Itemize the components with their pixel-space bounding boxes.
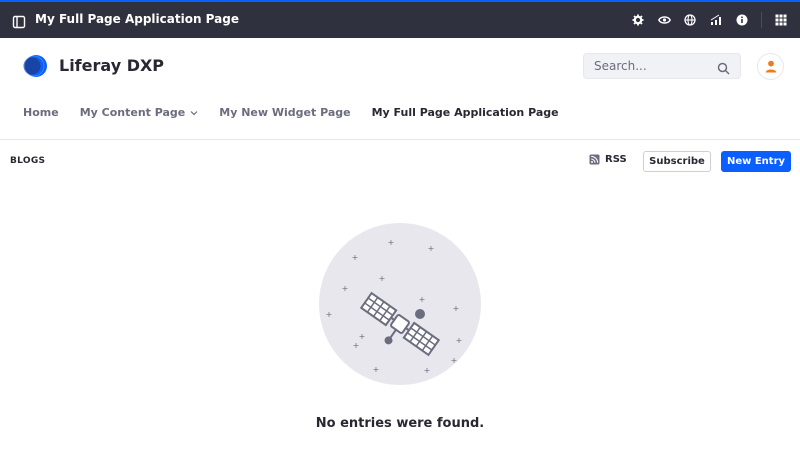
nav-item-label: Home [23,106,59,119]
sidebar-toggle-icon[interactable] [12,14,26,29]
svg-text:+: + [453,304,460,313]
svg-text:+: + [352,253,359,262]
site-name[interactable]: Liferay DXP [59,56,164,75]
svg-text:+: + [342,284,349,293]
site-navigation: Home My Content Page My New Widget Page … [23,106,580,119]
nav-item-my-full-page-application-page[interactable]: My Full Page Application Page [372,106,559,119]
svg-text:+: + [419,295,426,304]
eye-icon[interactable] [657,13,671,27]
logo-icon[interactable] [22,54,48,78]
divider [761,12,762,28]
page-title: My Full Page Application Page [35,12,239,26]
portlet-title: BLOGS [10,156,46,166]
search-box[interactable] [583,53,741,79]
svg-text:+: + [451,356,458,365]
globe-icon[interactable] [683,13,697,27]
svg-text:+: + [456,336,463,345]
gear-icon[interactable] [631,13,645,27]
info-icon[interactable] [735,13,749,27]
nav-item-home[interactable]: Home [23,106,59,119]
search-input[interactable] [594,59,714,73]
svg-text:+: + [326,310,333,319]
svg-text:+: + [379,274,386,283]
svg-text:+: + [353,341,360,350]
analytics-icon[interactable] [709,13,723,27]
search-icon[interactable] [717,60,730,75]
svg-text:+: + [373,365,380,374]
nav-item-label: My Content Page [79,106,186,119]
divider [0,139,800,140]
svg-text:+: + [388,238,395,247]
rss-icon [589,154,600,165]
user-icon [765,60,776,73]
nav-item-my-new-widget-page[interactable]: My New Widget Page [219,106,350,119]
subscribe-button[interactable]: Subscribe [643,151,711,172]
control-menu-actions [619,12,788,28]
nav-item-my-content-page[interactable]: My Content Page [80,106,199,119]
svg-text:+: + [359,332,366,341]
grid-icon[interactable] [774,13,788,27]
empty-state-message: No entries were found. [315,416,485,431]
nav-item-label: My Full Page Application Page [371,106,559,119]
chevron-down-icon [190,110,198,115]
svg-text:+: + [424,366,431,375]
svg-text:+: + [428,244,435,253]
satellite-empty-state-icon: +++ +++ +++ +++ ++ [319,223,481,385]
user-avatar[interactable] [757,53,784,80]
nav-item-label: My New Widget Page [219,106,351,119]
rss-label: RSS [605,154,627,165]
control-menu: My Full Page Application Page [0,0,800,38]
rss-link[interactable]: RSS [589,154,627,165]
new-entry-button[interactable]: New Entry [721,151,791,172]
